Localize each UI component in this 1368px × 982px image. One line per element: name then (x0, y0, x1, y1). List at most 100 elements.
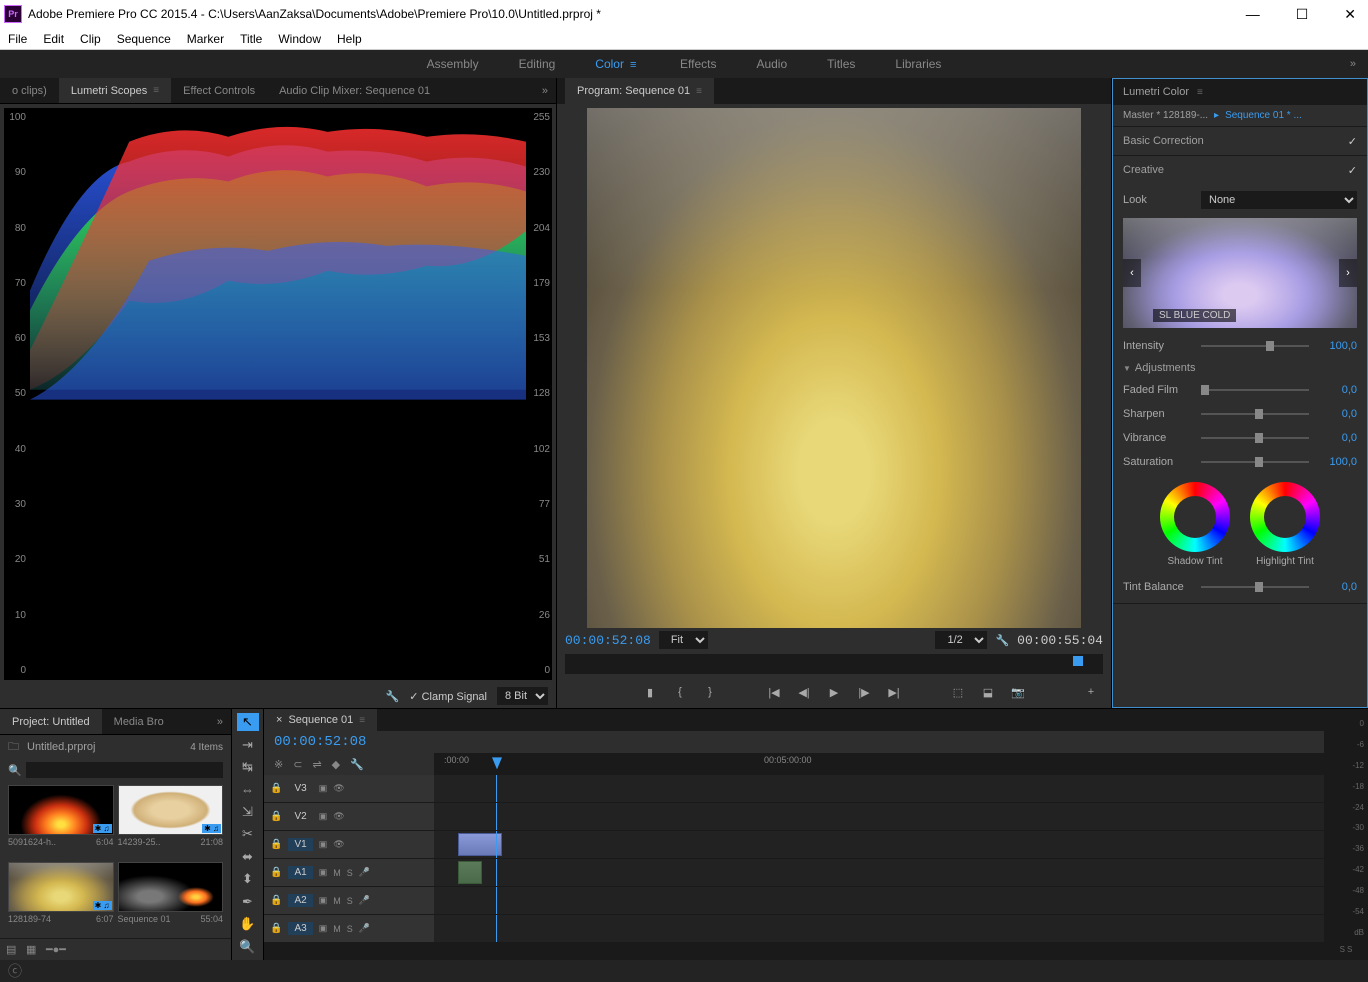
play-icon[interactable]: ▶ (826, 684, 842, 700)
project-item[interactable]: Sequence 0155:04 (118, 862, 224, 935)
workspace-audio[interactable]: Audio (756, 57, 787, 71)
lock-icon[interactable]: 🔒 (270, 783, 282, 794)
track-content[interactable] (434, 915, 1324, 942)
menu-marker[interactable]: Marker (187, 32, 224, 46)
timeline-timecode[interactable]: 00:00:52:08 (274, 734, 366, 750)
out-point-icon[interactable]: } (702, 684, 718, 700)
toggle-output-icon[interactable]: ▣ (319, 839, 328, 850)
selection-tool-icon[interactable]: ↖ (237, 713, 259, 731)
timeline-ruler[interactable]: :00:00 00:05:00:00 (434, 753, 1324, 775)
lock-icon[interactable]: 🔒 (270, 839, 282, 850)
vibrance-slider[interactable] (1201, 437, 1309, 439)
wrench-icon[interactable]: 🔧 (386, 690, 400, 703)
tab-clips[interactable]: o clips) (0, 78, 59, 103)
shadow-wheel[interactable] (1160, 482, 1230, 552)
toggle-output-icon[interactable]: ▣ (319, 811, 328, 822)
playhead-marker[interactable] (1073, 656, 1083, 666)
marker-icon[interactable]: ▮ (642, 684, 658, 700)
in-point-icon[interactable]: { (672, 684, 688, 700)
audio-clip[interactable] (458, 861, 482, 884)
track-content[interactable] (434, 775, 1324, 802)
maximize-button[interactable]: ☐ (1288, 4, 1317, 25)
bin-icon[interactable]: 🗀 (8, 738, 19, 757)
panel-menu-icon[interactable]: ≡ (359, 715, 365, 726)
zoom-select[interactable]: 1/2 (935, 631, 987, 649)
highlight-wheel[interactable] (1250, 482, 1320, 552)
bit-depth-select[interactable]: 8 Bit (497, 687, 548, 705)
pen-tool-icon[interactable]: ✒ (237, 893, 259, 911)
settings-icon[interactable]: 🔧 (995, 634, 1009, 647)
tab-media-browser[interactable]: Media Bro (102, 709, 176, 734)
panel-menu-icon[interactable]: ≡ (696, 86, 702, 97)
check-icon[interactable]: ✓ (1348, 164, 1357, 177)
ripple-edit-tool-icon[interactable]: ↹ (237, 758, 259, 776)
minimize-button[interactable]: — (1238, 4, 1268, 25)
extract-icon[interactable]: ⬓ (980, 684, 996, 700)
next-look-icon[interactable]: › (1339, 259, 1357, 287)
track-content[interactable] (434, 887, 1324, 914)
workspace-menu-icon[interactable] (630, 57, 640, 71)
menu-title[interactable]: Title (240, 32, 262, 46)
slip-tool-icon[interactable]: ⬌ (237, 848, 259, 866)
program-monitor[interactable] (587, 108, 1081, 628)
settings-tool-icon[interactable]: 🔧 (350, 758, 364, 771)
timeline-scrollbar[interactable] (264, 943, 1324, 960)
sharpen-slider[interactable] (1201, 413, 1309, 415)
track-name[interactable]: V1 (288, 838, 312, 851)
track-name[interactable]: A1 (288, 866, 312, 879)
mic-icon[interactable]: 🎤 (359, 895, 370, 906)
track-name[interactable]: A2 (288, 894, 312, 907)
menu-window[interactable]: Window (278, 32, 321, 46)
step-forward-icon[interactable]: |▶ (856, 684, 872, 700)
master-clip[interactable]: Master * 128189-... (1123, 110, 1208, 121)
tab-sequence[interactable]: × Sequence 01 ≡ (264, 709, 377, 731)
project-item[interactable]: ✱ ♫ 5091624-h..6:04 (8, 785, 114, 858)
current-timecode[interactable]: 00:00:52:08 (565, 633, 651, 648)
clamp-check[interactable]: ✓ Clamp Signal (409, 690, 487, 703)
workspace-titles[interactable]: Titles (827, 57, 855, 71)
check-icon[interactable]: ✓ (1348, 135, 1357, 148)
track-name[interactable]: V2 (288, 810, 312, 823)
sequence-clip[interactable]: Sequence 01 * ... (1225, 110, 1302, 121)
toggle-sync-icon[interactable]: 👁 (333, 811, 344, 822)
toggle-output-icon[interactable]: ▣ (319, 867, 328, 878)
goto-out-icon[interactable]: ▶| (886, 684, 902, 700)
lock-icon[interactable]: 🔒 (270, 895, 282, 906)
linked-selection-icon[interactable]: ⇌ (312, 758, 321, 771)
zoom-slider-icon[interactable]: ━●━ (46, 943, 60, 957)
workspace-editing[interactable]: Editing (519, 57, 556, 71)
export-frame-icon[interactable]: 📷 (1010, 684, 1026, 700)
track-content[interactable] (434, 803, 1324, 830)
program-tab[interactable]: Program: Sequence 01 ≡ (565, 78, 714, 104)
slide-tool-icon[interactable]: ⬍ (237, 870, 259, 888)
lift-icon[interactable]: ⬚ (950, 684, 966, 700)
zoom-tool-icon[interactable]: 🔍 (237, 938, 259, 956)
menu-sequence[interactable]: Sequence (117, 32, 171, 46)
search-input[interactable] (26, 762, 223, 778)
menu-edit[interactable]: Edit (43, 32, 64, 46)
adjustments-head[interactable]: Adjustments (1123, 358, 1357, 378)
project-item[interactable]: ✱ ♫ 128189-746:07 (8, 862, 114, 935)
track-content[interactable] (434, 859, 1324, 886)
tab-lumetri-scopes[interactable]: Lumetri Scopes≡ (59, 78, 171, 103)
tabs-overflow-icon[interactable]: » (542, 85, 548, 97)
menu-file[interactable]: File (8, 32, 27, 46)
tab-project[interactable]: Project: Untitled (0, 709, 102, 734)
workspace-overflow-icon[interactable]: » (1350, 58, 1356, 70)
tab-audio-mixer[interactable]: Audio Clip Mixer: Sequence 01 (267, 78, 442, 103)
look-select[interactable]: None (1201, 191, 1357, 209)
creative-toggle[interactable]: Creative✓ (1113, 156, 1367, 184)
rate-stretch-tool-icon[interactable]: ⇲ (237, 803, 259, 821)
workspace-libraries[interactable]: Libraries (895, 57, 941, 71)
step-back-icon[interactable]: ◀| (796, 684, 812, 700)
panel-menu-icon[interactable]: ≡ (1197, 87, 1203, 98)
marker-tool-icon[interactable]: ◆ (332, 758, 340, 771)
mic-icon[interactable]: 🎤 (359, 923, 370, 934)
track-name[interactable]: A3 (288, 922, 312, 935)
icon-view-icon[interactable]: ▦ (26, 943, 40, 957)
close-button[interactable]: ✕ (1336, 4, 1364, 25)
toggle-output-icon[interactable]: ▣ (319, 895, 328, 906)
faded-slider[interactable] (1201, 389, 1309, 391)
hand-tool-icon[interactable]: ✋ (237, 915, 259, 933)
timeline-playhead[interactable] (492, 757, 502, 769)
